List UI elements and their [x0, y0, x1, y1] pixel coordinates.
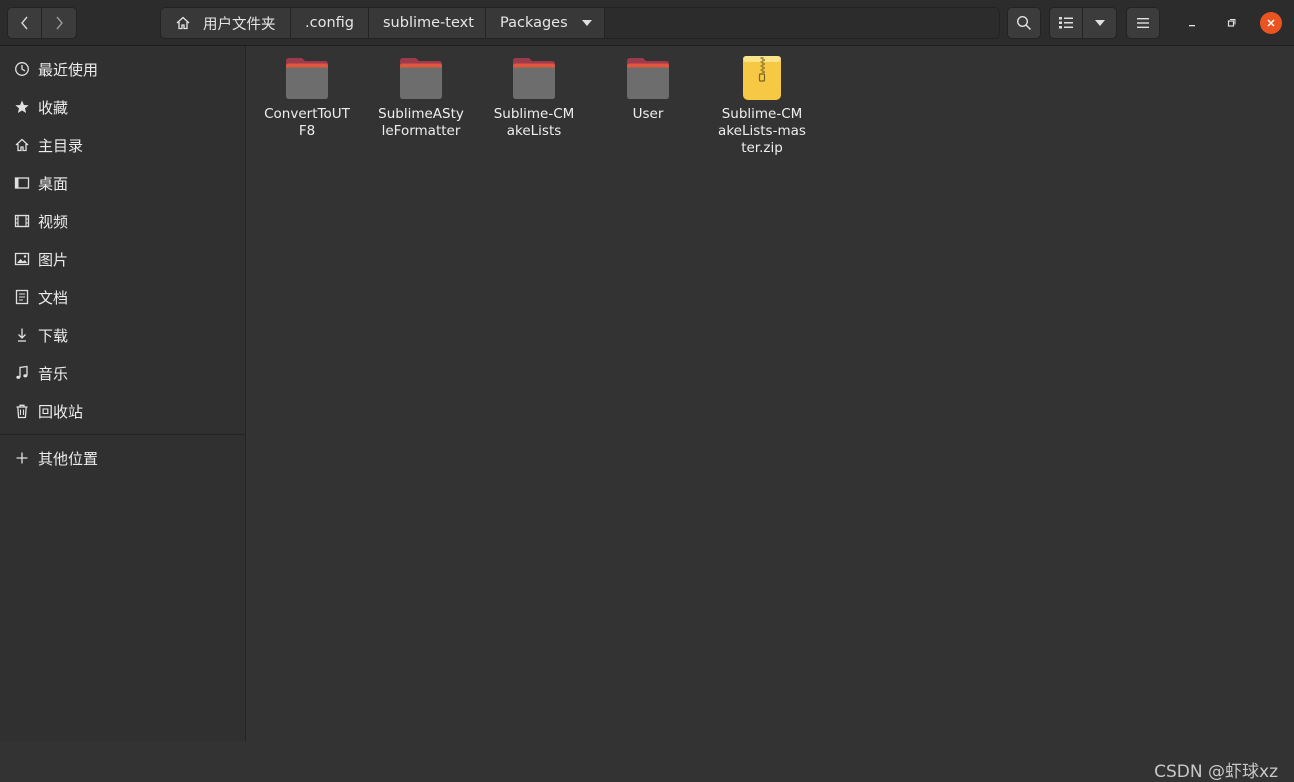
sidebar-item-label: 音乐: [38, 364, 69, 383]
file-item[interactable]: SublimeAStyleFormatter: [373, 54, 469, 140]
breadcrumb-home[interactable]: 用户文件夹: [161, 8, 291, 38]
zip-archive-icon: [743, 56, 781, 100]
home-icon: [14, 137, 30, 153]
caret-down-icon: [582, 20, 592, 26]
folder-icon: [513, 58, 555, 99]
file-name: User: [632, 106, 664, 122]
file-name: Sublime-CMakeLists-master.zip: [718, 106, 806, 156]
clock-icon: [14, 61, 30, 77]
path-bar: 用户文件夹 .config sublime-text Packages: [160, 7, 1000, 39]
breadcrumb-dropdown-button[interactable]: [570, 8, 605, 38]
file-name: ConvertToUTF8: [264, 106, 350, 139]
sidebar-item-other-locations[interactable]: 其他位置: [0, 440, 245, 476]
file-view: ConvertToUTF8 SublimeAStyleFormatter Sub…: [247, 46, 1294, 782]
sidebar-item-label: 收藏: [38, 98, 69, 117]
watermark: CSDN @虾球xz: [1154, 762, 1278, 782]
sidebar-item-documents[interactable]: 文档: [0, 279, 245, 315]
desktop-icon: [14, 175, 30, 191]
hamburger-menu-icon: [1137, 18, 1149, 28]
star-icon: [14, 99, 30, 115]
sidebar-item-videos[interactable]: 视频: [0, 203, 245, 239]
document-icon: [14, 289, 30, 305]
sidebar-item-label: 回收站: [38, 402, 84, 421]
sidebar-item-downloads[interactable]: 下载: [0, 317, 245, 353]
sidebar-item-label: 最近使用: [38, 60, 99, 79]
folder-icon: [400, 58, 442, 99]
home-icon: [175, 15, 191, 31]
sidebar-item-label: 桌面: [38, 174, 69, 193]
minimize-icon: [1189, 25, 1195, 27]
file-item[interactable]: Sublime-CMakeLists-master.zip: [714, 54, 810, 157]
breadcrumb-label: .config: [305, 15, 354, 31]
sidebar-item-label: 下载: [38, 326, 69, 345]
download-icon: [14, 327, 30, 343]
sidebar-separator: [0, 434, 245, 435]
breadcrumb-sublime-text[interactable]: sublime-text: [369, 8, 486, 38]
sidebar-item-label: 文档: [38, 288, 69, 307]
search-icon: [1016, 15, 1032, 31]
image-icon: [14, 251, 30, 267]
breadcrumb-label: sublime-text: [383, 15, 474, 31]
close-icon: [1267, 19, 1275, 27]
forward-button[interactable]: [42, 7, 77, 39]
sidebar-item-home[interactable]: 主目录: [0, 127, 245, 163]
search-button[interactable]: [1007, 7, 1041, 39]
sidebar: 最近使用 收藏 主目录 桌面 视频 图片 文档 下载 音乐 回收站 其他位置: [0, 46, 246, 741]
sidebar-item-starred[interactable]: 收藏: [0, 89, 245, 125]
breadcrumb-label: Packages: [500, 15, 568, 31]
header-bar: 用户文件夹 .config sublime-text Packages: [0, 0, 1294, 46]
sidebar-item-pictures[interactable]: 图片: [0, 241, 245, 277]
chevron-left-icon: [20, 16, 28, 30]
back-button[interactable]: [7, 7, 42, 39]
video-icon: [14, 213, 30, 229]
maximize-button[interactable]: [1220, 12, 1242, 34]
folder-icon: [286, 58, 328, 99]
list-view-icon: [1059, 17, 1073, 29]
music-icon: [14, 365, 30, 381]
view-toggle-button[interactable]: [1049, 7, 1083, 39]
breadcrumb-config[interactable]: .config: [291, 8, 369, 38]
file-name: Sublime-CMakeLists: [493, 106, 575, 139]
sidebar-item-trash[interactable]: 回收站: [0, 393, 245, 429]
close-button[interactable]: [1260, 12, 1282, 34]
caret-down-icon: [1094, 20, 1105, 26]
main-menu-button[interactable]: [1126, 7, 1160, 39]
breadcrumb-label: 用户文件夹: [203, 16, 276, 33]
view-options-dropdown[interactable]: [1083, 7, 1117, 39]
plus-icon: [14, 450, 30, 466]
file-name: SublimeAStyleFormatter: [378, 106, 464, 139]
sidebar-item-music[interactable]: 音乐: [0, 355, 245, 391]
sidebar-item-desktop[interactable]: 桌面: [0, 165, 245, 201]
trash-icon: [14, 403, 30, 419]
chevron-right-icon: [56, 16, 63, 30]
minimize-button[interactable]: [1181, 12, 1203, 34]
restore-icon: [1227, 19, 1236, 27]
sidebar-item-recent[interactable]: 最近使用: [0, 51, 245, 87]
sidebar-item-label: 图片: [38, 250, 69, 269]
folder-icon: [627, 58, 669, 99]
sidebar-item-label: 主目录: [38, 136, 84, 155]
sidebar-item-label: 其他位置: [38, 449, 99, 468]
breadcrumb-packages[interactable]: Packages: [486, 8, 570, 38]
file-item[interactable]: ConvertToUTF8: [259, 54, 355, 140]
file-item[interactable]: User: [600, 54, 696, 123]
sidebar-item-label: 视频: [38, 212, 69, 231]
file-item[interactable]: Sublime-CMakeLists: [486, 54, 582, 140]
